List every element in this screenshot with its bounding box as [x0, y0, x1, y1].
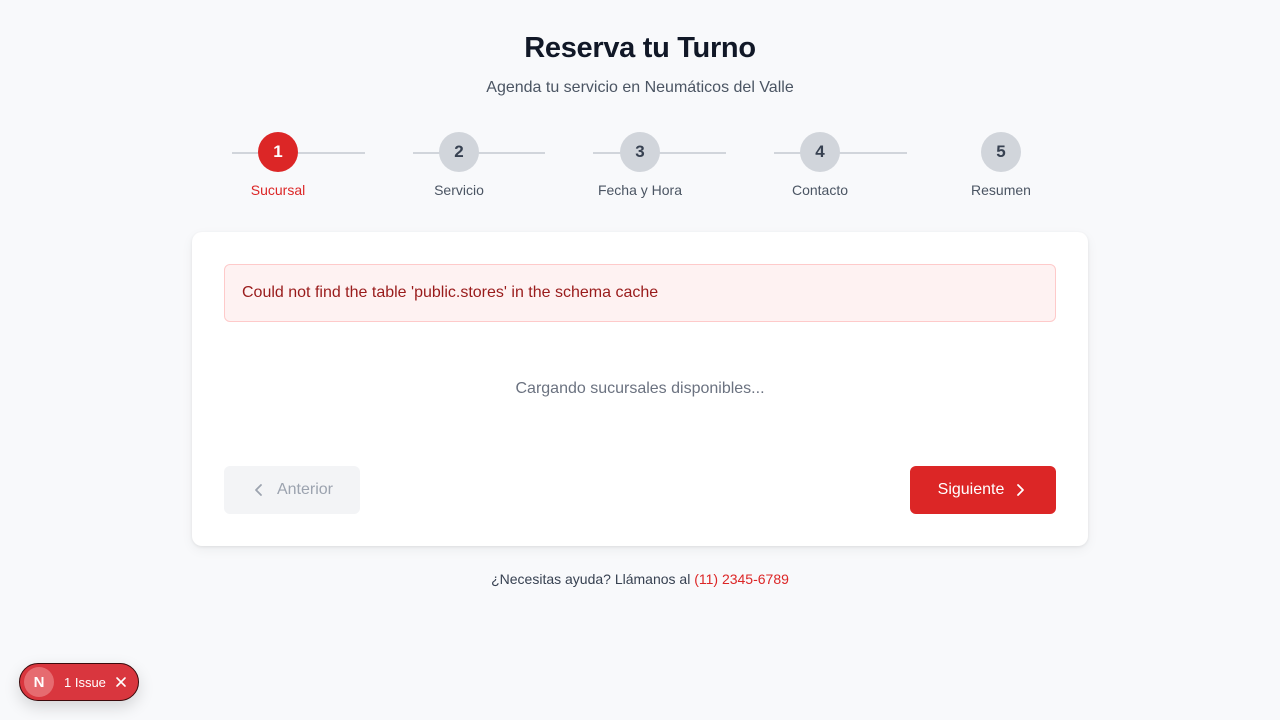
issues-count[interactable]: 1 Issue [64, 675, 106, 690]
error-message: Could not find the table 'public.stores'… [242, 284, 659, 301]
chevron-right-icon [1012, 482, 1028, 498]
previous-button[interactable]: Anterior [224, 466, 360, 514]
step-label: Servicio [434, 182, 484, 198]
step-label: Fecha y Hora [597, 182, 683, 198]
progress-stepper: 1 Sucursal 2 Servicio 3 Fecha y Hora 4 C… [0, 132, 1280, 212]
help-message: ¿Necesitas ayuda? Llámanos al [491, 571, 695, 587]
step-resumen[interactable]: 5 Resumen [941, 132, 1061, 212]
booking-card: Could not find the table 'public.stores'… [192, 232, 1088, 546]
page-title: Reserva tu Turno [524, 32, 756, 64]
step-number: 2 [439, 132, 479, 172]
step-label: Resumen [971, 182, 1031, 198]
previous-button-label: Anterior [276, 481, 334, 498]
step-number: 1 [258, 132, 298, 172]
step-number: 5 [981, 132, 1021, 172]
step-sucursal[interactable]: 1 Sucursal [218, 132, 365, 212]
loading-message: Cargando sucursales disponibles... [515, 380, 765, 397]
step-fecha-hora[interactable]: 3 Fecha y Hora [580, 132, 726, 212]
phone-link[interactable]: (11) 2345-6789 [694, 571, 789, 587]
booking-page: Reserva tu Turno Agenda tu servicio en N… [0, 0, 1280, 720]
step-label: Sucursal [250, 182, 306, 198]
step-connector [774, 152, 907, 154]
dev-issues-indicator[interactable]: N 1 Issue [19, 663, 139, 701]
close-icon[interactable] [114, 675, 128, 689]
nextjs-logo-icon: N [24, 667, 54, 697]
step-connector [413, 152, 545, 154]
step-connector [232, 152, 365, 154]
next-button-label: Siguiente [937, 481, 1005, 498]
step-label: Contacto [791, 182, 849, 198]
page-subtitle: Agenda tu servicio en Neumáticos del Val… [486, 79, 794, 96]
step-number: 3 [620, 132, 660, 172]
step-servicio[interactable]: 2 Servicio [399, 132, 545, 212]
step-number: 4 [800, 132, 840, 172]
error-alert: Could not find the table 'public.stores'… [224, 264, 1056, 322]
step-contacto[interactable]: 4 Contacto [760, 132, 907, 212]
help-text: ¿Necesitas ayuda? Llámanos al (11) 2345-… [0, 571, 1280, 587]
next-button[interactable]: Siguiente [910, 466, 1056, 514]
chevron-left-icon [251, 482, 267, 498]
